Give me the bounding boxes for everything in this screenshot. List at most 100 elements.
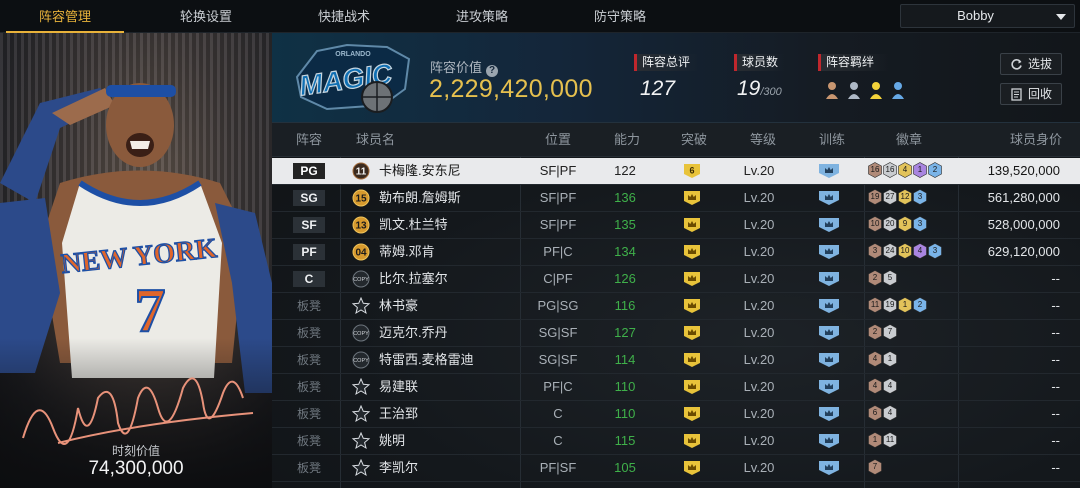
- player-ability: 126: [614, 271, 636, 286]
- breakthrough-icon[interactable]: [683, 217, 701, 233]
- badge-list[interactable]: 19 27 12 3: [868, 189, 928, 207]
- table-row[interactable]: 板凳 王治郅 C 110 Lv.20 6 4 --: [272, 401, 1080, 428]
- col-badges[interactable]: 徽章: [896, 123, 922, 157]
- badge-blue-icon: 2: [913, 297, 927, 313]
- col-lineup[interactable]: 阵容: [296, 123, 322, 157]
- training-icon[interactable]: [818, 352, 840, 368]
- table-row[interactable]: SF 13 凯文.杜兰特 SF|PF 135 Lv.20 10 20 9 3 528,000,000: [272, 212, 1080, 239]
- training-icon[interactable]: [818, 379, 840, 395]
- player-name: 卡梅隆.安东尼: [379, 163, 461, 178]
- breakthrough-icon[interactable]: [683, 298, 701, 314]
- training-icon[interactable]: [818, 325, 840, 341]
- col-level[interactable]: 等级: [750, 123, 776, 157]
- training-icon[interactable]: [818, 271, 840, 287]
- training-icon[interactable]: [818, 433, 840, 449]
- badge-list[interactable]: 25: [868, 270, 898, 288]
- breakthrough-icon[interactable]: [683, 352, 701, 368]
- col-position[interactable]: 位置: [545, 123, 571, 157]
- tab-offense-strategy[interactable]: 进攻策略: [417, 0, 547, 33]
- player-card[interactable]: NEW YORK 7 时刻价值 74,300,000: [0, 33, 272, 488]
- copy-card-icon: COPY: [352, 351, 370, 369]
- badge-gold-icon: 1: [898, 297, 912, 313]
- bench-slot-label: 板凳: [296, 407, 321, 421]
- refresh-icon: [1011, 59, 1022, 70]
- training-icon[interactable]: [818, 190, 840, 206]
- chem-icon-2: [848, 82, 860, 99]
- tab-defense-strategy[interactable]: 防守策略: [555, 0, 685, 33]
- training-icon[interactable]: [818, 460, 840, 476]
- player-value: --: [1051, 406, 1060, 421]
- player-value: --: [1051, 460, 1060, 475]
- recycle-button[interactable]: 回收: [1000, 83, 1062, 105]
- breakthrough-icon[interactable]: 6: [683, 163, 701, 179]
- training-icon[interactable]: [818, 217, 840, 233]
- player-value: --: [1051, 352, 1060, 367]
- chemistry-icons[interactable]: [824, 79, 914, 101]
- select-button[interactable]: 选拔: [1000, 53, 1062, 75]
- table-row[interactable]: 板凳 林书豪 PG|SG 116 Lv.20 11 19 1 2 --: [272, 293, 1080, 320]
- copy-card-icon: COPY: [352, 324, 370, 342]
- badge-purple-icon: 1: [913, 162, 927, 178]
- table-row[interactable]: SG 15 勒布朗.詹姆斯 SF|PF 136 Lv.20 19 27 12 3 561,280,0…: [272, 185, 1080, 212]
- training-icon[interactable]: [818, 406, 840, 422]
- top-nav: 阵容管理 轮换设置 快捷战术 进攻策略 防守策略 Bobby: [0, 0, 1080, 33]
- col-training[interactable]: 训练: [819, 123, 845, 157]
- tab-rotation-settings[interactable]: 轮换设置: [141, 0, 271, 33]
- breakthrough-icon[interactable]: [683, 271, 701, 287]
- badge-list[interactable]: 1 11: [868, 432, 898, 450]
- badge-silver-icon: 19: [883, 297, 897, 313]
- breakthrough-icon[interactable]: [683, 325, 701, 341]
- bench-slot-label: 板凳: [296, 326, 321, 340]
- player-value: --: [1051, 271, 1060, 286]
- badge-bronze-icon: 1: [868, 432, 882, 448]
- player-level: Lv.20: [743, 190, 775, 205]
- breakthrough-icon[interactable]: [683, 433, 701, 449]
- player-ability: 134: [614, 244, 636, 259]
- badge-list[interactable]: 41: [868, 351, 898, 369]
- player-name: 比尔.拉塞尔: [379, 271, 448, 286]
- star-player-icon: [351, 297, 371, 315]
- badge-list[interactable]: 7: [868, 459, 883, 477]
- badge-list[interactable]: 27: [868, 324, 898, 342]
- breakthrough-icon[interactable]: [683, 190, 701, 206]
- badge-list[interactable]: 10 20 9 3: [868, 216, 928, 234]
- bench-slot-label: 板凳: [296, 380, 321, 394]
- tab-lineup-management[interactable]: 阵容管理: [0, 0, 130, 33]
- badge-list[interactable]: 44: [868, 378, 898, 396]
- badge-silver-icon: 5: [883, 270, 897, 286]
- col-player-value[interactable]: 球员身价: [1010, 123, 1062, 157]
- user-dropdown[interactable]: Bobby: [900, 4, 1075, 28]
- col-ability[interactable]: 能力: [614, 123, 640, 157]
- player-count-label: 球员数: [734, 54, 784, 71]
- breakthrough-icon[interactable]: [683, 406, 701, 422]
- badge-list[interactable]: 64: [868, 405, 898, 423]
- col-player-name[interactable]: 球员名: [356, 123, 395, 157]
- breakthrough-icon[interactable]: [683, 244, 701, 260]
- badge-list[interactable]: 11 19 1 2: [868, 297, 928, 315]
- training-icon[interactable]: [818, 163, 840, 179]
- team-summary: ORLANDO MAGIC 阵容价值? 2,229,420,000 阵容总评 1…: [272, 33, 1080, 123]
- col-breakthrough[interactable]: 突破: [681, 123, 707, 157]
- table-row[interactable]: PG 11 卡梅隆.安东尼 SF|PF 122 6 Lv.20 16 16 4 1 2 139,520,…: [272, 158, 1080, 185]
- training-icon[interactable]: [818, 298, 840, 314]
- svg-text:COPY: COPY: [353, 277, 369, 283]
- player-name: 特雷西.麦格雷迪: [379, 352, 474, 367]
- market-value-label: 时刻价值: [111, 444, 160, 458]
- table-row[interactable]: 板凳 姚明 C 115 Lv.20 1 11 --: [272, 428, 1080, 455]
- breakthrough-icon[interactable]: [683, 379, 701, 395]
- badge-list[interactable]: 16 16 4 1 2: [868, 162, 943, 180]
- table-row[interactable]: 板凳 COPY 迈克尔.乔丹 SG|SF 127 Lv.20 2 7 --: [272, 320, 1080, 347]
- table-row[interactable]: C COPY 比尔.拉塞尔 C|PF 126 Lv.20 2 5 --: [272, 266, 1080, 293]
- table-row[interactable]: PF 04 蒂姆.邓肯 PF|C 134 Lv.20 3 24 10 4 3 629,120,000: [272, 239, 1080, 266]
- breakthrough-icon[interactable]: [683, 460, 701, 476]
- training-icon[interactable]: [818, 244, 840, 260]
- player-ability: 135: [614, 217, 636, 232]
- table-row[interactable]: 板凳 李凯尔 PF|SF 105 Lv.20 7 --: [272, 455, 1080, 482]
- badge-list[interactable]: 3 24 10 4 3: [868, 243, 943, 261]
- table-row[interactable]: 板凳 易建联 PF|C 110 Lv.20 4 4 --: [272, 374, 1080, 401]
- team-rating-label: 阵容总评: [634, 54, 698, 71]
- table-row[interactable]: 板凳 COPY 特雷西.麦格雷迪 SG|SF 114 Lv.20 4 1 --: [272, 347, 1080, 374]
- player-position: PG|SG: [537, 298, 579, 313]
- svg-text:COPY: COPY: [353, 331, 369, 337]
- tab-quick-tactics[interactable]: 快捷战术: [279, 0, 409, 33]
